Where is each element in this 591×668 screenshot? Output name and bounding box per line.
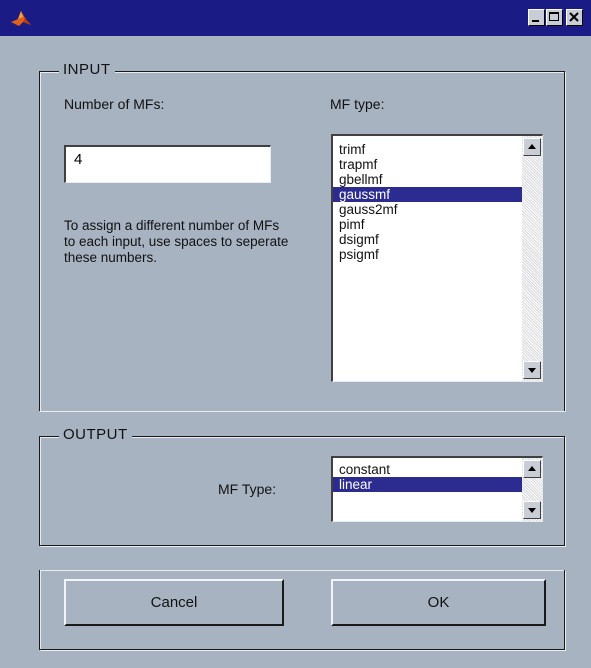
maximize-icon[interactable] [546,9,563,26]
hint-text: To assign a different number of MFs to e… [64,218,289,265]
output-mf-type-label: MF Type: [218,481,277,497]
minimize-icon[interactable] [528,9,545,26]
output-group-legend: OUTPUT [59,426,132,443]
input-mf-type-list: trimf trapmf gbellmf gaussmf gauss2mf pimf dsi… [333,136,542,262]
scroll-down-icon[interactable] [523,361,541,379]
list-item[interactable]: gbellmf [333,172,542,187]
list-item[interactable]: psigmf [333,247,542,262]
dialog-window: INPUT Number of MFs: MF type: 4 To assig… [0,0,591,668]
input-group-legend: INPUT [59,61,115,78]
list-item[interactable]: constant [333,462,542,477]
scroll-up-icon[interactable] [523,460,541,478]
list-item[interactable]: trimf [333,142,542,157]
list-item[interactable]: gauss2mf [333,202,542,217]
close-icon[interactable] [566,9,583,26]
mf-type-label: MF type: [330,96,385,112]
list-item[interactable]: trapmf [333,157,542,172]
scroll-up-icon[interactable] [523,138,541,156]
list-item[interactable]: gaussmf [333,187,542,202]
input-listbox-scrollbar[interactable] [522,136,542,381]
scroll-down-icon[interactable] [523,501,541,519]
list-item[interactable]: pimf [333,217,542,232]
matlab-icon [10,8,32,28]
title-bar[interactable] [0,0,591,36]
output-listbox-scrollbar[interactable] [522,458,542,521]
ok-button[interactable]: OK [331,579,546,626]
output-mf-type-list: constant linear [333,458,542,492]
list-item[interactable]: linear [333,477,542,492]
output-mf-type-listbox[interactable]: constant linear [331,456,543,522]
list-item[interactable]: dsigmf [333,232,542,247]
cancel-button[interactable]: Cancel [64,579,284,626]
num-mfs-label: Number of MFs: [64,96,165,112]
num-mfs-input[interactable]: 4 [64,145,271,183]
input-mf-type-listbox[interactable]: trimf trapmf gbellmf gaussmf gauss2mf pimf dsi… [331,134,543,382]
